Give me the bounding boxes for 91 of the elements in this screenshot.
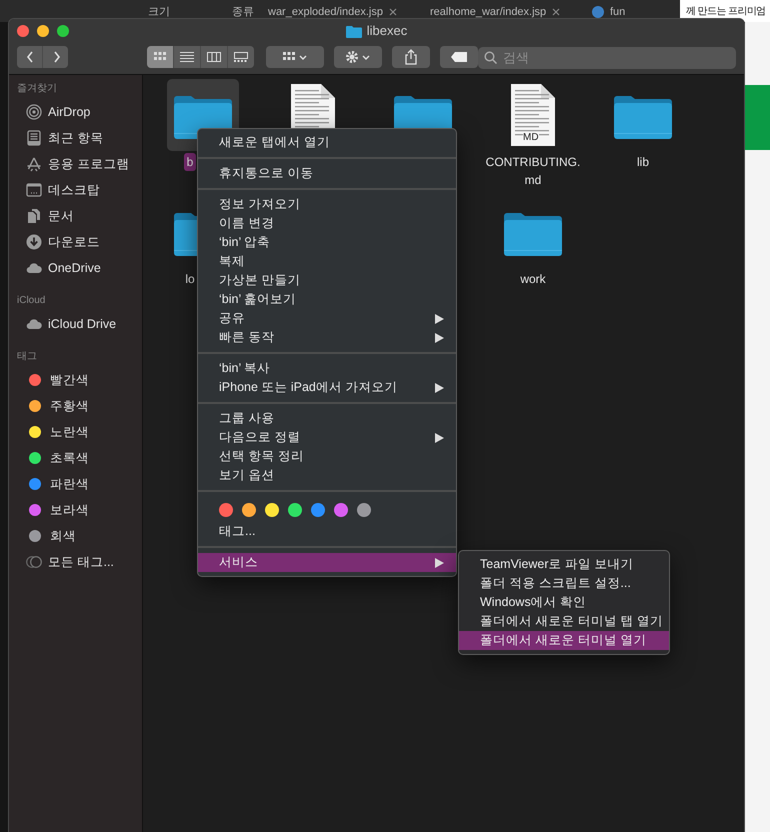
gallery-view-button[interactable] [228, 46, 254, 68]
tab-label[interactable]: fun [610, 4, 626, 20]
menu-item[interactable]: 폴더 적용 스크립트 설정... [459, 574, 669, 593]
tag-color-button[interactable] [288, 503, 302, 517]
tag-color-button[interactable] [219, 503, 233, 517]
file-name[interactable]: b [184, 153, 196, 171]
icon-view-button[interactable] [147, 46, 173, 68]
section-heading: 태그 [16, 350, 37, 364]
tag-icon [450, 51, 468, 63]
sidebar-item[interactable]: 다운로드 [9, 229, 142, 255]
all-tags-icon [26, 554, 42, 570]
menu-item[interactable]: ‘bin’ 압축 [198, 233, 456, 252]
menu-item[interactable]: 정보 가져오기 [198, 195, 456, 214]
back-button[interactable] [17, 46, 42, 68]
menu-item[interactable]: 복제 [198, 252, 456, 271]
sidebar-item[interactable]: 모든 태그... [9, 549, 142, 575]
tab-label[interactable]: war_exploded/index.jsp [268, 4, 383, 20]
menu-item[interactable]: 보기 옵션 [198, 466, 456, 485]
tag-color-button[interactable] [265, 503, 279, 517]
sidebar-item[interactable]: AirDrop [9, 99, 142, 125]
document-icon [26, 208, 42, 224]
menu-item[interactable]: 다음으로 정렬 [198, 428, 456, 447]
gallery-icon [233, 49, 249, 65]
tag-color-button[interactable] [334, 503, 348, 517]
window-title: libexec [366, 22, 408, 40]
column-view-button[interactable] [201, 46, 227, 68]
folder-icon [346, 24, 362, 38]
forward-button[interactable] [43, 46, 68, 68]
menu-item[interactable]: 가상본 만들기 [198, 271, 456, 290]
action-button[interactable] [334, 46, 382, 68]
sidebar-item[interactable]: 파란색 [9, 471, 142, 497]
menu-item[interactable]: 그룹 사용 [198, 409, 456, 428]
tab-label[interactable]: realhome_war/index.jsp [430, 4, 546, 20]
file-name[interactable]: CONTRIBUTING. md [482, 153, 584, 189]
sidebar-item[interactable]: 보라색 [9, 497, 142, 523]
desktop-icon [26, 182, 42, 198]
minimize-button[interactable] [37, 25, 49, 37]
sidebar-item[interactable]: 회색 [9, 523, 142, 549]
share-button[interactable] [392, 46, 430, 68]
list-view-button[interactable] [174, 46, 200, 68]
menu-item[interactable]: iPhone 또는 iPad에서 가져오기 [198, 378, 456, 397]
menu-item[interactable]: 선택 항목 정리 [198, 447, 456, 466]
menu-item[interactable]: 태그... [198, 522, 456, 541]
sidebar-item[interactable]: 응용 프로그램 [9, 151, 142, 177]
menu-item[interactable]: 폴더에서 새로운 터미널 열기 [459, 631, 669, 650]
menu-item[interactable]: 폴더에서 새로운 터미널 탭 열기 [459, 612, 669, 631]
zoom-button[interactable] [57, 25, 69, 37]
menu-item[interactable]: 휴지통으로 이동 [198, 164, 456, 183]
sidebar-item[interactable]: iCloud Drive [9, 311, 142, 337]
file-name[interactable]: lib [634, 153, 652, 171]
file-name[interactable]: work [517, 270, 549, 288]
gear-caret-icon [344, 49, 372, 65]
tag-color-button[interactable] [357, 503, 371, 517]
circle-icon [592, 6, 604, 18]
column-header: 크기 [148, 5, 170, 20]
search-field[interactable]: 검색 [478, 46, 736, 68]
menu-item[interactable]: 공유 [198, 309, 456, 328]
search-icon [484, 51, 497, 64]
tag-color-button[interactable] [311, 503, 325, 517]
sidebar-item[interactable]: 데스크탑 [9, 177, 142, 203]
sidebar-item[interactable]: 노란색 [9, 419, 142, 445]
menu-item[interactable]: 서비스 [198, 553, 456, 572]
download-icon [26, 234, 42, 250]
menu-item[interactable]: Windows에서 확인 [459, 593, 669, 612]
tray-icon [26, 130, 42, 146]
list-icon [179, 49, 195, 65]
tag-color-button[interactable] [242, 503, 256, 517]
sidebar-item[interactable]: 주황색 [9, 393, 142, 419]
column-header: 종류 [232, 5, 254, 20]
menu-item[interactable]: 새로운 탭에서 열기 [198, 133, 456, 152]
section-heading: iCloud [16, 294, 46, 308]
menu-item[interactable]: ‘bin’ 복사 [198, 359, 456, 378]
tag-button[interactable] [440, 46, 478, 68]
file-name[interactable]: lo [182, 270, 198, 288]
sidebar-item[interactable]: 초록색 [9, 445, 142, 471]
sidebar-item[interactable]: 빨간색 [9, 367, 142, 393]
airdrop-icon [26, 104, 42, 120]
tab-label[interactable]: 께 만드는 프리미엄 [686, 4, 766, 19]
applications-icon [26, 156, 42, 172]
share-icon [404, 49, 418, 65]
sidebar-item[interactable]: 문서 [9, 203, 142, 229]
section-heading: 즐겨찾기 [16, 82, 57, 96]
menu-item[interactable]: 빠른 동작 [198, 328, 456, 347]
menu-item[interactable]: ‘bin’ 훑어보기 [198, 290, 456, 309]
close-button[interactable] [17, 25, 29, 37]
menu-item[interactable]: 이름 변경 [198, 214, 456, 233]
sidebar-item[interactable]: OneDrive [9, 255, 142, 281]
menu-item[interactable]: TeamViewer로 파일 보내기 [459, 555, 669, 574]
sidebar-item[interactable]: 최근 항목 [9, 125, 142, 151]
columns-icon [206, 49, 222, 65]
arrange-button[interactable] [266, 46, 324, 68]
